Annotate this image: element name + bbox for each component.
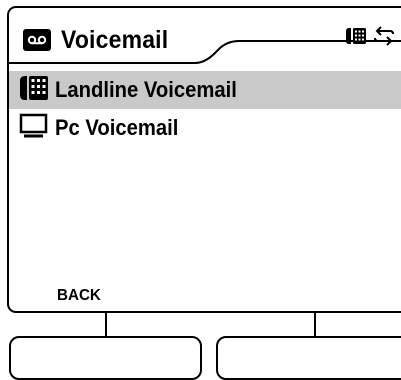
voicemail-menu-list: Landline Voicemail Pc Voicemail xyxy=(9,71,401,147)
desk-phone-icon xyxy=(345,27,367,50)
desk-phone-icon xyxy=(19,75,49,106)
menu-item-landline-voicemail[interactable]: Landline Voicemail xyxy=(9,71,401,109)
phone-display: Voicemail Landline Voicemail Pc Voicemai… xyxy=(7,6,401,313)
softkey-label-back: BACK xyxy=(57,287,101,304)
menu-item-label: Landline Voicemail xyxy=(55,77,237,102)
status-icons xyxy=(345,26,395,51)
monitor-icon xyxy=(19,113,49,144)
page-title: Voicemail xyxy=(61,25,169,54)
voicemail-icon xyxy=(23,29,51,51)
menu-item-label: Pc Voicemail xyxy=(55,115,179,140)
back-softkey-button[interactable] xyxy=(9,336,202,380)
softkey-connector-right xyxy=(314,312,316,336)
softkey-connector-left xyxy=(105,312,107,336)
menu-item-pc-voicemail[interactable]: Pc Voicemail xyxy=(9,109,401,147)
right-softkey-button[interactable] xyxy=(216,336,401,380)
header: Voicemail xyxy=(23,20,178,60)
sync-icon xyxy=(373,26,395,51)
